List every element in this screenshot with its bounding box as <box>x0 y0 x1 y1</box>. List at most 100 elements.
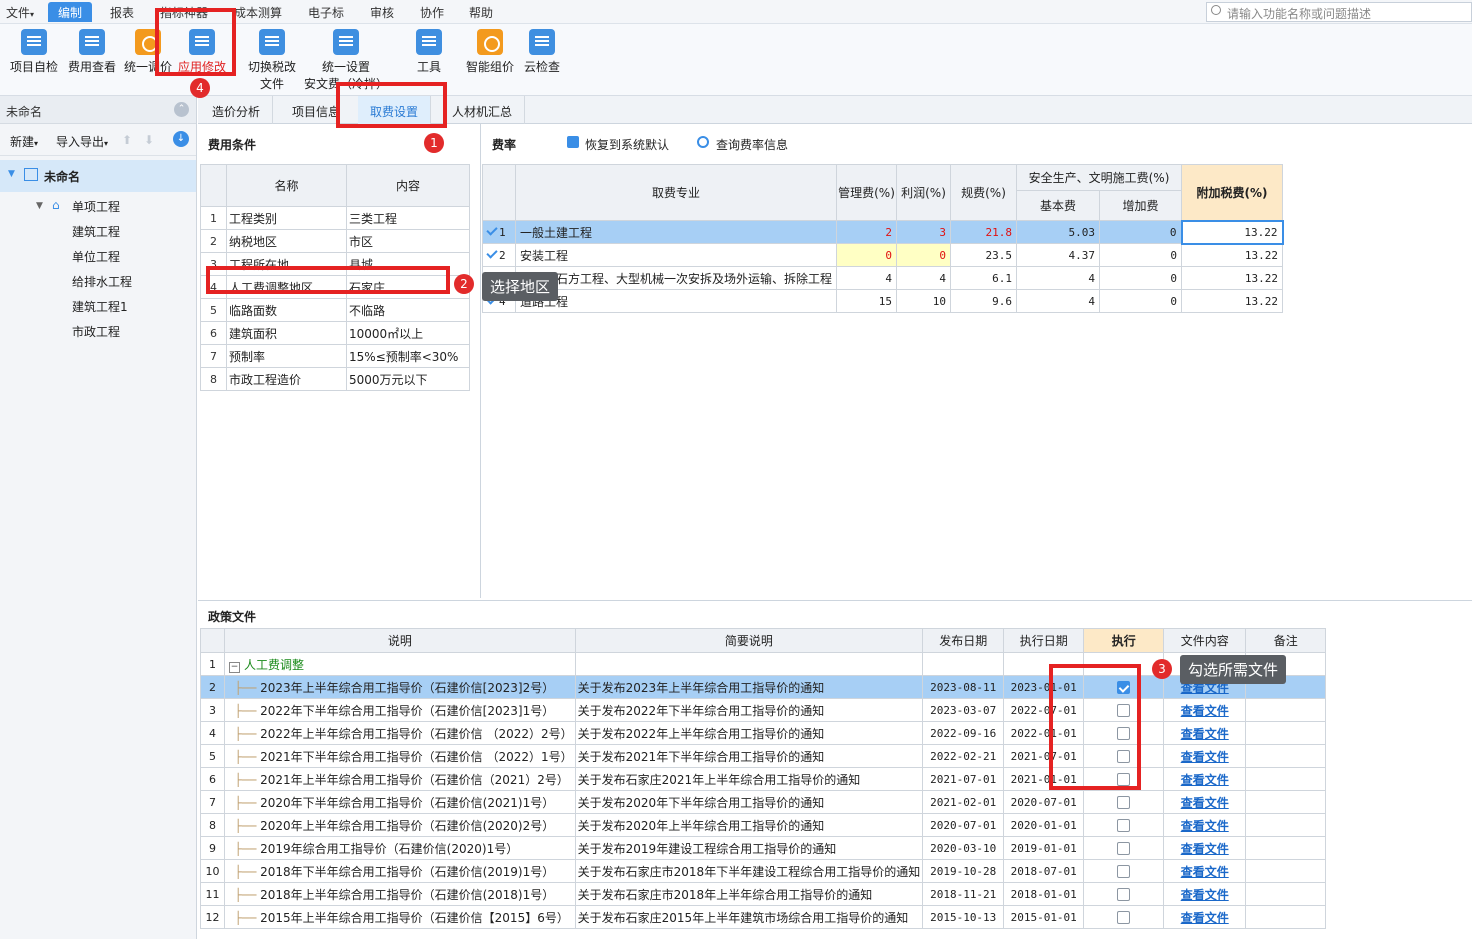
menu-e-bid[interactable]: 电子标 <box>308 4 344 21</box>
execute-cell[interactable] <box>1083 813 1165 837</box>
menu-help[interactable]: 帮助 <box>469 4 493 21</box>
condition-value[interactable]: 10000㎡以上 <box>346 321 470 345</box>
note-cell[interactable] <box>1245 882 1327 906</box>
tree-unit-item[interactable]: 建筑工程1 <box>72 298 128 315</box>
tree-unit-item[interactable]: 建筑工程 <box>72 223 120 240</box>
basic-rate[interactable]: 4.37 <box>1016 243 1101 267</box>
menu-file[interactable]: 文件▾ <box>6 4 34 21</box>
table-row[interactable]: 8 市政工程造价 5000万元以下 <box>200 367 470 391</box>
table-row[interactable]: 6 建筑面积 10000㎡以上 <box>200 321 470 345</box>
view-file-link[interactable]: 查看文件 <box>1181 727 1229 741</box>
mgmt-rate[interactable]: 4 <box>836 266 898 290</box>
expand-icon[interactable]: ▼ <box>8 169 15 179</box>
execute-checkbox[interactable] <box>1117 911 1131 924</box>
table-row[interactable]: 7 预制率 15%≤预制率<30% <box>200 344 470 368</box>
collapse-icon[interactable]: ⌃ <box>174 102 189 117</box>
table-row[interactable]: 4 道路工程 15 10 9.6 4 0 13.22 <box>482 289 1284 313</box>
table-row[interactable]: 3 ├── 2022年下半年综合用工指导价（石建价信[2023]1号） 关于发布2… <box>200 698 1327 722</box>
tree-unit-item[interactable]: 市政工程 <box>72 323 120 340</box>
note-cell[interactable] <box>1245 767 1327 791</box>
condition-value[interactable]: 5000万元以下 <box>346 367 470 391</box>
note-cell[interactable] <box>1245 744 1327 768</box>
switch-tax-button[interactable]: 切换税改 文件 <box>245 29 299 93</box>
mgmt-rate[interactable]: 2 <box>836 220 898 244</box>
restore-default-button[interactable]: 恢复到系统默认 <box>585 136 669 153</box>
condition-value[interactable]: 三类工程 <box>346 206 470 230</box>
table-row[interactable]: 1 工程类别 三类工程 <box>200 206 470 230</box>
tax-rate[interactable]: 13.22 <box>1181 266 1284 290</box>
execute-cell[interactable] <box>1083 836 1165 860</box>
tree-single-project[interactable]: 单项工程 <box>72 198 120 215</box>
note-cell[interactable] <box>1245 859 1327 883</box>
execute-cell[interactable] <box>1083 790 1165 814</box>
group-cell[interactable]: − 人工费调整 <box>224 652 576 676</box>
tab-project-info[interactable]: 项目信息 <box>280 96 340 124</box>
query-rate-button[interactable]: 查询费率信息 <box>716 136 788 153</box>
note-cell[interactable] <box>1245 836 1327 860</box>
menu-report[interactable]: 报表 <box>110 4 134 21</box>
extra-rate[interactable]: 0 <box>1099 266 1183 290</box>
view-file-link[interactable]: 查看文件 <box>1181 911 1229 925</box>
execute-cell[interactable] <box>1083 905 1165 929</box>
table-row[interactable]: 5 ├── 2021年下半年综合用工指导价（石建价信 （2022）1号） 关于发布… <box>200 744 1327 768</box>
tax-rate[interactable]: 13.22 <box>1181 243 1284 267</box>
table-row[interactable]: 7 ├── 2020年下半年综合用工指导价（石建价信(2021)1号） 关于发布2… <box>200 790 1327 814</box>
table-row[interactable]: 11 ├── 2018年上半年综合用工指导价（石建价信(2018)1号） 关于发布… <box>200 882 1327 906</box>
note-cell[interactable] <box>1245 813 1327 837</box>
execute-cell[interactable] <box>1083 882 1165 906</box>
profit-rate[interactable]: 10 <box>896 289 952 313</box>
view-file-link[interactable]: 查看文件 <box>1181 704 1229 718</box>
note-cell[interactable] <box>1245 790 1327 814</box>
table-row[interactable]: 3市政土石方工程、大型机械一次安拆及场外运输、拆除工程446.14013.22 <box>482 266 1284 290</box>
search-input[interactable]: 请输入功能名称或问题描述 <box>1206 2 1472 22</box>
note-cell[interactable] <box>1245 698 1327 722</box>
tax-rate[interactable]: 13.22 <box>1180 219 1284 245</box>
expand-icon[interactable]: ▼ <box>36 201 43 211</box>
condition-value[interactable]: 15%≤预制率<30% <box>346 344 470 368</box>
view-file-link[interactable]: 查看文件 <box>1181 773 1229 787</box>
table-row[interactable]: 5 临路面数 不临路 <box>200 298 470 322</box>
view-file-link[interactable]: 查看文件 <box>1181 796 1229 810</box>
download-icon[interactable]: ↓ <box>173 131 189 147</box>
tools-button[interactable]: 工具 <box>410 29 448 76</box>
menu-cost-calc[interactable]: 成本测算 <box>234 4 282 21</box>
view-file-link[interactable]: 查看文件 <box>1181 819 1229 833</box>
execute-checkbox[interactable] <box>1117 819 1131 832</box>
project-self-check-button[interactable]: 项目自检 <box>8 29 60 76</box>
table-row[interactable]: 12 ├── 2015年上半年综合用工指导价（石建价信【2015】6号） 关于发布… <box>200 905 1327 929</box>
tab-material-summary[interactable]: 人材机汇总 <box>440 96 526 124</box>
menu-edit[interactable]: 编制 <box>48 2 93 22</box>
mgmt-rate[interactable]: 0 <box>836 243 898 267</box>
condition-value[interactable]: 市区 <box>346 229 470 253</box>
extra-rate[interactable]: 0 <box>1099 289 1183 313</box>
tax-rate[interactable]: 13.22 <box>1181 289 1284 313</box>
table-row[interactable]: 2 ├── 2023年上半年综合用工指导价（石建价信[2023]2号） 关于发布2… <box>200 675 1327 699</box>
cloud-check-button[interactable]: 云检查 <box>520 29 564 76</box>
basic-rate[interactable]: 5.03 <box>1016 220 1101 244</box>
fee-view-button[interactable]: 费用查看 <box>66 29 118 76</box>
menu-collab[interactable]: 协作 <box>420 4 444 21</box>
table-row[interactable]: 10 ├── 2018年下半年综合用工指导价（石建价信(2019)1号） 关于发布… <box>200 859 1327 883</box>
basic-rate[interactable]: 4 <box>1016 266 1101 290</box>
move-down-icon[interactable]: ⬇ <box>144 133 154 147</box>
extra-rate[interactable]: 0 <box>1099 220 1183 244</box>
tab-cost-analysis[interactable]: 造价分析 <box>200 96 274 124</box>
condition-value[interactable]: 不临路 <box>346 298 470 322</box>
profit-rate[interactable]: 4 <box>896 266 952 290</box>
reg-rate[interactable]: 21.8 <box>950 220 1018 244</box>
tree-unit-item[interactable]: 给排水工程 <box>72 273 132 290</box>
reg-rate[interactable]: 23.5 <box>950 243 1018 267</box>
reg-rate[interactable]: 6.1 <box>950 266 1018 290</box>
execute-cell[interactable] <box>1083 859 1165 883</box>
table-row[interactable]: 6 ├── 2021年上半年综合用工指导价（石建价信（2021）2号） 关于发布石… <box>200 767 1327 791</box>
smart-pricing-button[interactable]: 智能组价 <box>464 29 516 76</box>
view-file-link[interactable]: 查看文件 <box>1181 888 1229 902</box>
new-button[interactable]: 新建▾ <box>10 133 38 150</box>
profit-rate[interactable]: 3 <box>896 220 952 244</box>
view-file-link[interactable]: 查看文件 <box>1181 750 1229 764</box>
table-row[interactable]: 9 ├── 2019年综合用工指导价（石建价信(2020)1号） 关于发布2019… <box>200 836 1327 860</box>
table-row[interactable]: 8 ├── 2020年上半年综合用工指导价（石建价信(2020)2号） 关于发布2… <box>200 813 1327 837</box>
table-row[interactable]: 1 一般土建工程 2 3 21.8 5.03 0 13.22 <box>482 219 1284 245</box>
view-file-link[interactable]: 查看文件 <box>1181 865 1229 879</box>
view-file-link[interactable]: 查看文件 <box>1181 842 1229 856</box>
